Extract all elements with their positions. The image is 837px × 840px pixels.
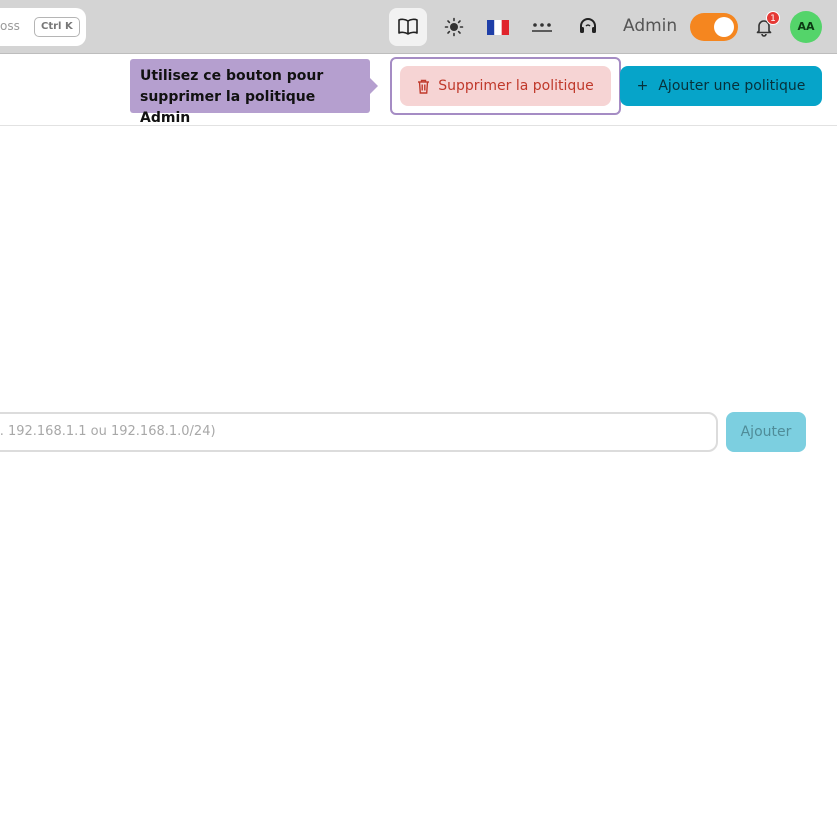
add-policy-label: Ajouter une politique [658, 78, 806, 94]
top-bar: oss Ctrl K Admin 1 AA [0, 0, 837, 54]
asterisk-password-icon [532, 23, 552, 32]
notification-badge: 1 [766, 11, 780, 25]
sun-icon [444, 17, 464, 37]
admin-mode-label: Admin [623, 16, 678, 36]
shortcut-badge: Ctrl K [34, 17, 80, 37]
delete-policy-button[interactable]: Supprimer la politique [400, 66, 611, 106]
delete-policy-label: Supprimer la politique [438, 78, 594, 94]
search-box[interactable]: oss Ctrl K [0, 8, 86, 46]
theme-button[interactable] [435, 8, 473, 46]
guide-tooltip: Utilisez ce bouton pour supprimer la pol… [130, 59, 378, 126]
admin-mode-toggle[interactable] [690, 13, 738, 41]
book-open-icon [398, 18, 418, 35]
add-ip-button[interactable]: Ajouter [726, 412, 806, 452]
add-policy-button[interactable]: + Ajouter une politique [620, 66, 822, 106]
trash-icon [418, 79, 430, 94]
support-button[interactable] [569, 8, 607, 46]
toggle-knob [714, 17, 734, 37]
language-button[interactable] [479, 8, 517, 46]
password-button[interactable] [523, 8, 561, 46]
user-avatar[interactable]: AA [790, 11, 822, 43]
docs-button[interactable] [389, 8, 427, 46]
flag-fr-icon [487, 19, 509, 35]
ip-address-input[interactable]: x. 192.168.1.1 ou 192.168.1.0/24) [0, 412, 718, 452]
search-input[interactable]: oss [0, 19, 30, 33]
support-headset-icon [580, 18, 596, 33]
plus-icon: + [636, 78, 649, 94]
